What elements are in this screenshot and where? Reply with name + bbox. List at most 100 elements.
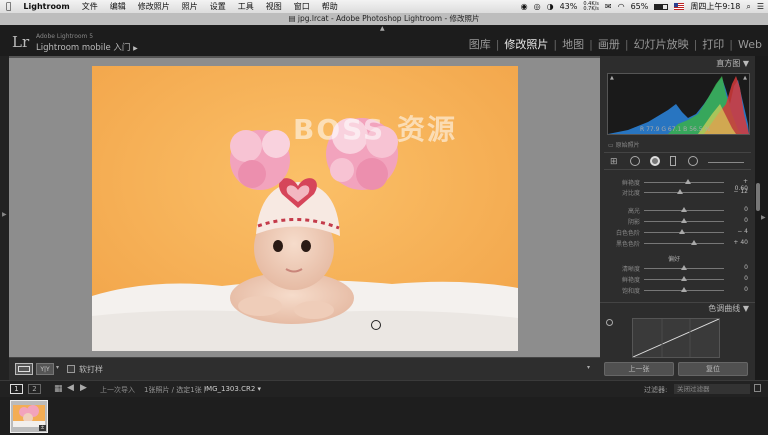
collapse-curve-icon[interactable]: ▼ [743,304,749,313]
module-web[interactable]: Web [738,38,762,51]
slider-row[interactable]: 鲜艳度 0 [602,275,748,285]
original-photo-toggle[interactable]: ▭ 原始照片 [608,140,640,149]
menu-photo[interactable]: 照片 [176,1,204,12]
slider-row[interactable]: 黑色色阶 + 40 [602,239,748,249]
status-icon[interactable]: ◎ [534,2,541,11]
crop-tool-icon[interactable]: ⊞ [610,157,618,167]
red-eye-icon[interactable] [650,156,660,166]
menu-edit[interactable]: 编辑 [104,1,132,12]
left-panel-strip[interactable]: ▶ [0,56,9,380]
slider-knob[interactable] [681,218,687,223]
slider-knob[interactable] [690,240,697,245]
slider-value[interactable]: + 40 [728,239,748,246]
histogram-header[interactable]: 直方图 ▼ [600,58,755,69]
spot-removal-icon[interactable] [630,156,640,166]
tone-curve-graph[interactable] [632,318,720,358]
slider-row[interactable]: 清晰度 0 [602,264,748,274]
reset-button[interactable]: 复位 [678,362,748,376]
image-canvas[interactable]: BOSS 资源 [9,56,600,357]
slider-knob[interactable] [685,179,691,184]
collapse-histogram-icon[interactable]: ▼ [743,59,749,68]
shadow-clip-icon[interactable]: ▲ [610,75,614,81]
filter-lock-icon[interactable] [754,384,761,392]
slider-value[interactable]: − 4 [728,228,748,235]
cpu-icon[interactable]: ◑ [547,2,554,11]
slider-track[interactable] [644,243,724,244]
soft-proof-checkbox[interactable] [67,365,75,373]
filename[interactable]: IMG_1303.CR2 ▾ [204,385,261,393]
list-icon[interactable]: ☰ [757,2,764,11]
mobile-link[interactable]: Lightroom mobile 入门 ▶ [36,41,138,53]
mail-icon[interactable]: ✉ [605,2,612,11]
menu-file[interactable]: 文件 [76,1,104,12]
brush-tool-icon[interactable] [708,162,744,163]
flag-icon[interactable] [674,3,685,10]
slider-value[interactable]: − 12 [728,188,748,195]
back-arrow-icon[interactable]: ◀ [67,383,74,393]
scroll-thumb[interactable] [756,183,760,211]
slider-row[interactable]: 鲜艳度 + 0.60 [602,178,748,192]
collapse-top-icon[interactable]: ▲ [380,25,385,32]
menu-settings[interactable]: 设置 [204,1,232,12]
slider-row[interactable]: 饱和度 0 [602,286,748,296]
filter-select[interactable]: 关闭过滤器 [674,384,750,394]
filmstrip-thumbnail[interactable]: ± [10,400,48,433]
compare-view-button[interactable]: Y|Y [36,363,54,375]
search-icon[interactable]: ⌕ [746,2,750,12]
menu-window[interactable]: 窗口 [288,1,316,12]
slider-track[interactable] [644,192,724,193]
toolbar-menu-icon[interactable]: ▾ [587,364,590,371]
highlight-clip-icon[interactable]: ▲ [743,75,747,81]
menu-app[interactable]: Lightroom [17,2,75,11]
target-adjust-icon[interactable] [606,319,613,326]
slider-knob[interactable] [681,207,687,212]
loupe-view-icon[interactable] [15,363,33,375]
module-library[interactable]: 图库 [469,36,491,52]
apple-icon[interactable]:  [0,2,17,12]
graduated-filter-icon[interactable] [670,156,676,166]
slider-knob[interactable] [681,265,687,270]
slider-row[interactable]: 高光 0 [602,206,748,216]
slider-row[interactable]: 白色色阶 − 4 [602,228,748,238]
slider-value[interactable]: 0 [728,286,748,293]
expand-right-icon[interactable]: ▶ [761,214,766,221]
module-map[interactable]: 地图 [562,36,584,52]
slider-value[interactable]: 0 [728,217,748,224]
tone-curve-header[interactable]: 色调曲线 ▼ [600,302,755,313]
window-2-button[interactable]: 2 [28,384,41,394]
module-slideshow[interactable]: 幻灯片放映 [634,36,689,52]
menu-help[interactable]: 帮助 [316,1,344,12]
menu-develop[interactable]: 修改照片 [132,1,176,12]
slider-row[interactable]: 对比度 − 12 [602,188,748,198]
slider-knob[interactable] [681,287,687,292]
slider-track[interactable] [644,182,724,183]
slider-knob[interactable] [679,229,686,234]
expand-left-icon[interactable]: ▶ [2,211,7,218]
cpu-percent: 43% [559,2,578,11]
module-print[interactable]: 打印 [702,36,724,52]
radial-filter-icon[interactable] [688,156,698,166]
wifi-icon[interactable]: ◠ [618,2,625,11]
module-develop[interactable]: 修改照片 [504,36,548,52]
record-icon[interactable]: ◉ [521,2,528,11]
slider-knob[interactable] [681,276,687,281]
window-1-button[interactable]: 1 [10,384,23,394]
source-label[interactable]: 上一次导入 [100,385,135,395]
slider-knob[interactable] [677,189,683,194]
slider-value[interactable]: 0 [728,206,748,213]
slider-row[interactable]: 阴影 0 [602,217,748,227]
module-picker: 图库 | 修改照片 | 地图 | 画册 | 幻灯片放映 | 打印 | Web [468,36,762,52]
edited-badge-icon: ± [39,425,46,431]
grid-icon[interactable]: ▦ [54,384,63,394]
play-icon: ▶ [133,45,138,52]
right-panel-scrollbar[interactable]: ▶ [755,56,768,380]
module-book[interactable]: 画册 [598,36,620,52]
slider-value[interactable]: 0 [728,275,748,282]
forward-arrow-icon[interactable]: ▶ [80,383,87,393]
previous-button[interactable]: 上一张 [604,362,674,376]
menu-view[interactable]: 视图 [260,1,288,12]
view-dropdown-icon[interactable]: ▾ [56,364,59,371]
battery-icon[interactable] [654,3,669,10]
slider-value[interactable]: 0 [728,264,748,271]
menu-tools[interactable]: 工具 [232,1,260,12]
